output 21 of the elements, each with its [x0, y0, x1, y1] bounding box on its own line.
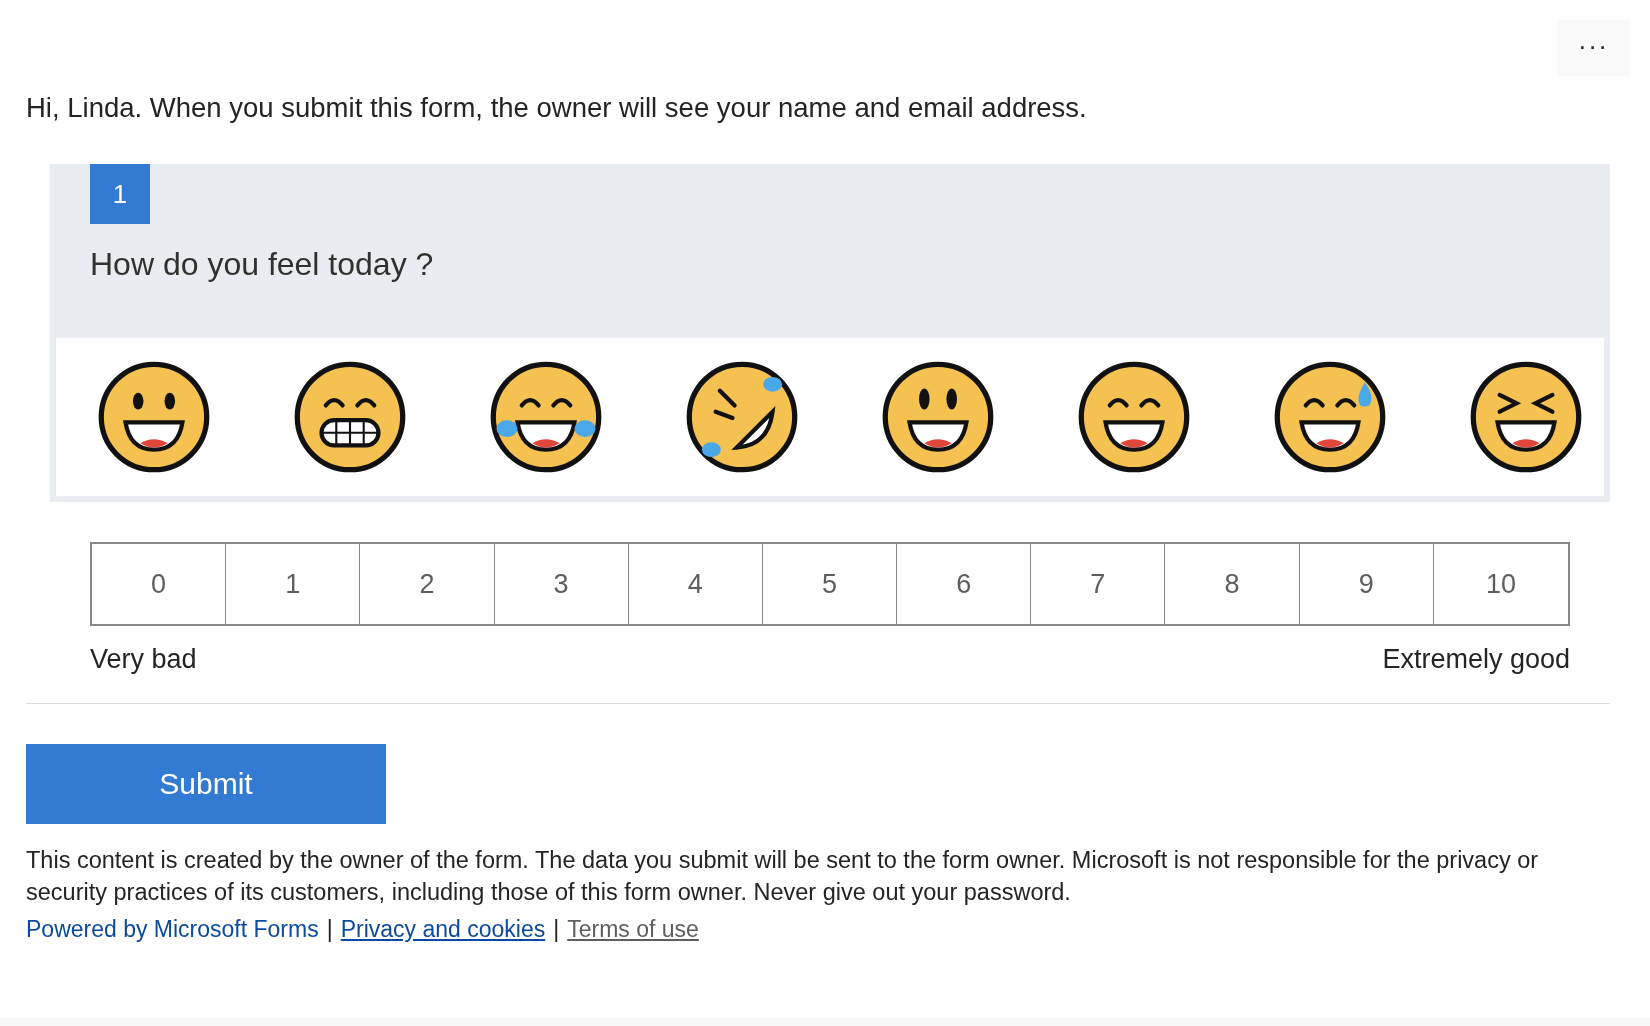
emoji-icon — [1272, 359, 1388, 475]
emoji-icon — [880, 359, 996, 475]
emoji-icon — [488, 359, 604, 475]
link-separator: | — [553, 916, 560, 943]
footer-link[interactable]: Powered by Microsoft Forms — [26, 916, 319, 943]
emoji-icon — [1076, 359, 1192, 475]
footer-link[interactable]: Privacy and cookies — [340, 916, 546, 943]
emoji-icon — [684, 359, 800, 475]
high-label: Extremely good — [1382, 644, 1570, 675]
emoji-icon — [96, 359, 212, 475]
emoji-icon — [1468, 359, 1584, 475]
disclaimer-text: This content is created by the owner of the form. The data you submit will be sent to the form owner. Microsoft is not responsible for the privacy or security practices of its customers, including those of this form owner. Never give out your password. — [26, 846, 1540, 907]
submit-button[interactable]: Submit — [26, 744, 386, 824]
more-options-button[interactable]: ... — [1558, 20, 1630, 76]
question-number: 1 — [90, 164, 150, 224]
low-label: Very bad — [90, 644, 197, 675]
emoji-icon — [292, 359, 408, 475]
question-title: How do you feel today ? — [90, 246, 435, 284]
link-separator: | — [326, 916, 333, 943]
footer-link[interactable]: Terms of use — [567, 916, 699, 943]
greeting-text: Hi, Linda. When you submit this form, the owner will see your name and email address. — [26, 92, 1088, 124]
